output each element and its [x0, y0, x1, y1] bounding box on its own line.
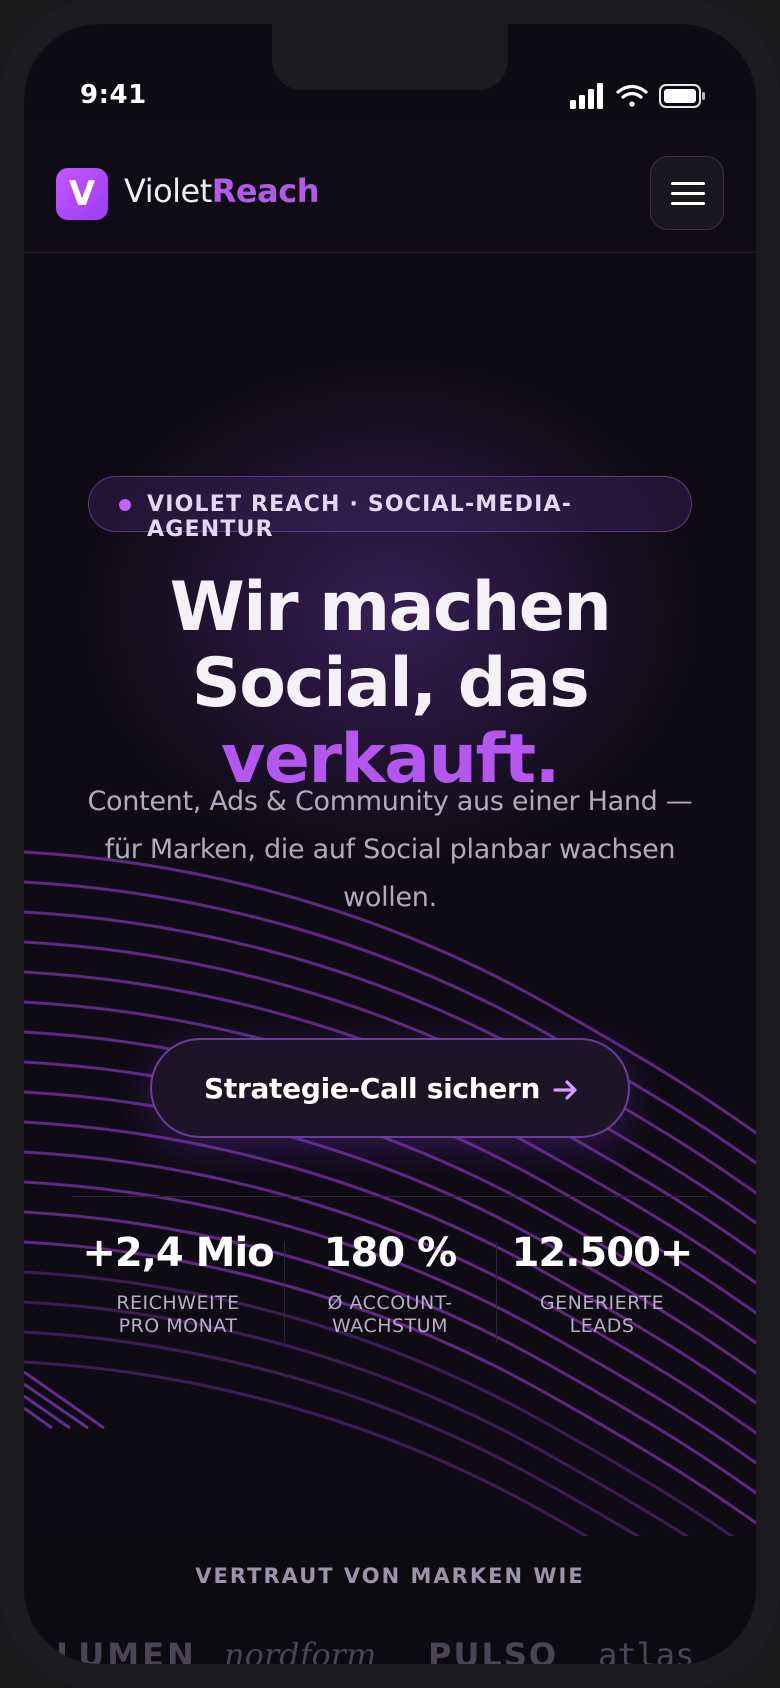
hero-headline: Wir machen Social, das verkauft.: [24, 570, 756, 798]
headline-line-2: Social, das: [191, 644, 590, 723]
stat-value: 12.500+: [511, 1230, 694, 1276]
signal-icon: [570, 83, 603, 109]
stat-value: +2,4 Mio: [82, 1230, 274, 1276]
badge-dot-icon: [119, 499, 131, 511]
hero-subline: Content, Ads & Community aus einer Hand …: [87, 786, 693, 913]
badge-text: VIOLET REACH · SOCIAL-MEDIA-AGENTUR: [147, 492, 573, 542]
device-notch: [272, 24, 508, 90]
stat-reach: +2,4 Mio REICHWEITE PRO MONAT: [72, 1212, 284, 1338]
headline-line-1: Wir machen: [169, 568, 612, 647]
hamburger-menu-icon-line: [671, 192, 705, 195]
stat-label: Ø ACCOUNT- WACHSTUM: [327, 1292, 453, 1337]
arrow-right-icon: [553, 1080, 577, 1100]
stat-leads: 12.500+ GENERIERTE LEADS: [496, 1212, 708, 1338]
brand-name-accent: Reach: [211, 172, 320, 210]
brand-name-plain: Violet: [124, 172, 212, 210]
logo-mark[interactable]: V: [56, 168, 108, 220]
top-navbar: V VioletReach: [24, 124, 756, 253]
stat-growth: 180 % Ø ACCOUNT- WACHSTUM: [284, 1212, 496, 1338]
brand-logo: nordform: [224, 1636, 377, 1664]
status-time: 9:41: [80, 80, 147, 110]
hero-badge: VIOLET REACH · SOCIAL-MEDIA-AGENTUR: [88, 476, 692, 542]
stat-label: GENERIERTE LEADS: [539, 1292, 665, 1337]
brand-logo: atlas: [598, 1636, 695, 1664]
phone-frame: 9:41 V VioletReach VIOLET REACH · SOCIAL…: [0, 0, 780, 1688]
stats-divider: [72, 1196, 708, 1197]
trusted-title: VERTRAUT VON MARKEN WIE: [195, 1564, 585, 1588]
wifi-icon: [616, 84, 648, 107]
hero-section: VIOLET REACH · SOCIAL-MEDIA-AGENTUR Wir …: [24, 252, 756, 1536]
battery-icon: [659, 84, 705, 108]
brand-name[interactable]: VioletReach: [124, 172, 319, 210]
stat-label: REICHWEITE PRO MONAT: [116, 1292, 240, 1337]
status-icons: [570, 83, 705, 109]
menu-button[interactable]: [650, 156, 724, 230]
hamburger-menu-icon-line: [671, 202, 705, 205]
trusted-by-section: VERTRAUT VON MARKEN WIE LUMEN nordform P…: [24, 1536, 756, 1664]
brand-logos-strip: LUMEN nordform PULSO atlas: [24, 1636, 756, 1664]
screen: 9:41 V VioletReach VIOLET REACH · SOCIAL…: [24, 24, 756, 1664]
brand-logo: PULSO: [428, 1636, 559, 1664]
strategy-call-button[interactable]: Strategie-Call sichern: [150, 1038, 630, 1138]
stat-value: 180 %: [323, 1230, 458, 1276]
hamburger-menu-icon: [671, 182, 705, 185]
stats-row: +2,4 Mio REICHWEITE PRO MONAT 180 % Ø ACC…: [72, 1212, 708, 1362]
brand-logo: LUMEN: [56, 1636, 197, 1664]
cta-label: Strategie-Call sichern: [204, 1072, 541, 1105]
